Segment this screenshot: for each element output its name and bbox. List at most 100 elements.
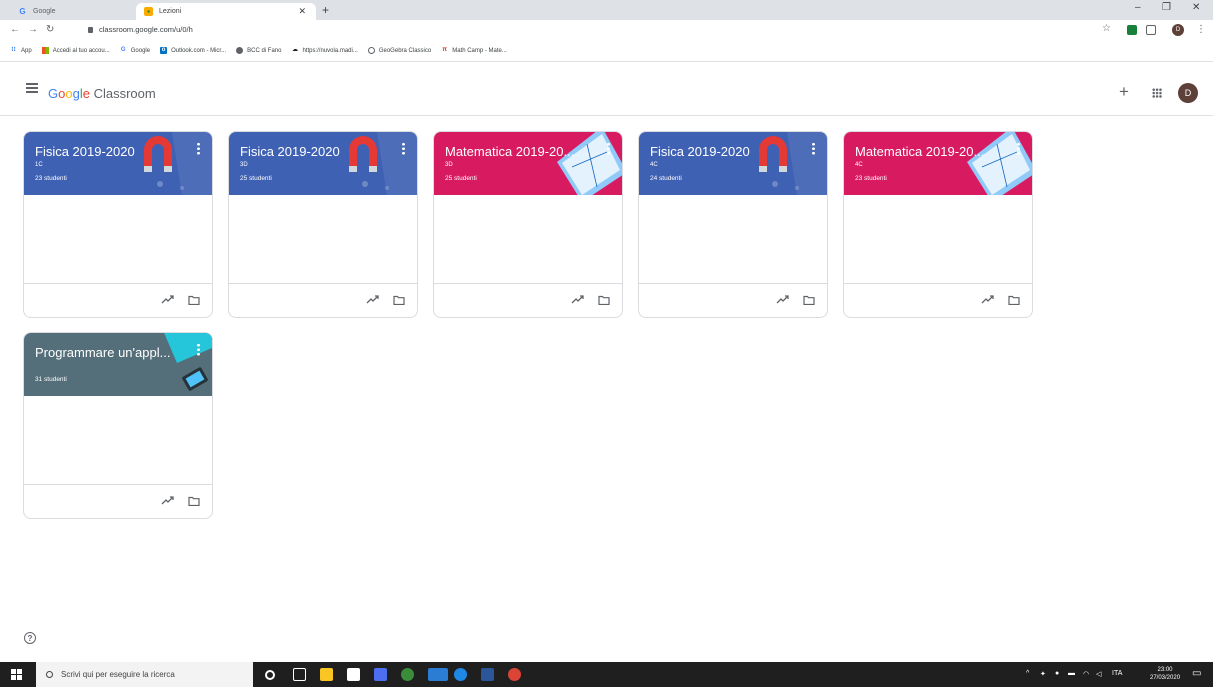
bookmark-item[interactable]: G Google — [120, 47, 150, 54]
cortana-icon[interactable] — [265, 670, 275, 680]
bookmark-item[interactable]: BCC di Fano — [236, 47, 281, 54]
class-card[interactable]: Fisica 2019-2020 1C 23 studenti — [23, 131, 213, 318]
class-title[interactable]: Fisica 2019-2020 — [650, 144, 750, 159]
language-indicator[interactable]: ITA — [1112, 670, 1122, 677]
browser-menu-icon[interactable]: ⋮ — [1196, 24, 1206, 35]
word-icon[interactable] — [481, 668, 494, 681]
url-field[interactable]: classroom.google.com/u/0/h — [88, 25, 193, 34]
class-card-footer — [639, 283, 827, 317]
lock-icon — [88, 27, 93, 33]
bookmark-item[interactable]: GeoGebra Classico — [367, 47, 431, 54]
show-hidden-icons[interactable]: ^ — [1026, 670, 1029, 677]
class-title[interactable]: Programmare un'appl... — [35, 345, 170, 360]
class-card-header[interactable]: Fisica 2019-2020 4C 24 studenti — [639, 132, 827, 195]
bookmark-item[interactable]: Accedi al tuo accou... — [41, 47, 110, 54]
close-window-icon[interactable]: ✕ — [1192, 2, 1200, 13]
mail-icon[interactable] — [428, 668, 448, 681]
create-class-icon[interactable]: + — [1119, 83, 1129, 100]
class-card-footer — [844, 283, 1032, 317]
battery-icon[interactable]: ▬ — [1068, 670, 1075, 677]
classroom-extension-icon[interactable] — [1127, 25, 1137, 35]
app-icon[interactable] — [401, 668, 414, 681]
class-title[interactable]: Fisica 2019-2020 — [240, 144, 340, 159]
windows-start-icon[interactable] — [11, 669, 22, 680]
class-card[interactable]: Programmare un'appl... 31 studenti — [23, 332, 213, 519]
folder-icon[interactable] — [598, 295, 610, 305]
folder-icon[interactable] — [393, 295, 405, 305]
outlook-icon: o — [160, 47, 168, 54]
class-section: 3D — [240, 162, 248, 168]
class-title[interactable]: Matematica 2019-20... — [445, 144, 574, 159]
card-more-options-icon[interactable] — [1017, 142, 1020, 155]
address-bar: ← → ↻ classroom.google.com/u/0/h ☆ D ⋮ — [0, 20, 1213, 40]
class-card-header[interactable]: Matematica 2019-20... 3D 25 studenti — [434, 132, 622, 195]
class-card-header[interactable]: Fisica 2019-2020 1C 23 studenti — [24, 132, 212, 195]
profile-avatar[interactable]: D — [1172, 24, 1184, 36]
google-classroom-logo[interactable]: Google Classroom — [48, 86, 156, 101]
tab-lezioni[interactable]: ▪ Lezioni ✕ — [136, 3, 316, 20]
trending-up-icon[interactable] — [366, 295, 379, 305]
card-more-options-icon[interactable] — [197, 142, 200, 155]
class-card-header[interactable]: Matematica 2019-20... 4C 23 studenti — [844, 132, 1032, 195]
class-section: 1C — [35, 162, 43, 168]
new-tab-button[interactable]: + — [322, 3, 329, 17]
tray-chrome-icon[interactable]: ● — [1055, 670, 1059, 677]
file-explorer-icon[interactable] — [320, 668, 333, 681]
bookmark-item[interactable]: π Math Camp - Mate... — [441, 47, 506, 54]
card-more-options-icon[interactable] — [607, 142, 610, 155]
class-card-header[interactable]: Programmare un'appl... 31 studenti — [24, 333, 212, 396]
trending-up-icon[interactable] — [981, 295, 994, 305]
bookmark-star-icon[interactable]: ☆ — [1102, 23, 1111, 34]
bookmark-item[interactable]: o Outlook.com - Micr... — [160, 47, 226, 54]
pocket-extension-icon[interactable] — [1146, 25, 1156, 35]
class-title[interactable]: Fisica 2019-2020 — [35, 144, 135, 159]
taskbar-clock[interactable]: 23:00 27/03/2020 — [1150, 666, 1180, 682]
app-header: Google Classroom + D — [0, 62, 1213, 116]
student-count: 31 studenti — [35, 376, 67, 383]
student-count: 23 studenti — [35, 175, 67, 182]
main-menu-icon[interactable] — [26, 83, 38, 93]
folder-icon[interactable] — [803, 295, 815, 305]
trending-up-icon[interactable] — [571, 295, 584, 305]
trending-up-icon[interactable] — [161, 496, 174, 506]
globe-icon — [236, 47, 244, 54]
store-icon[interactable] — [347, 668, 360, 681]
edge-icon[interactable] — [454, 668, 467, 681]
folder-icon[interactable] — [188, 295, 200, 305]
bookmark-item[interactable]: ☁ https://nuvola.madi... — [291, 47, 358, 54]
class-card[interactable]: Matematica 2019-20... 3D 25 studenti — [433, 131, 623, 318]
class-card[interactable]: Fisica 2019-2020 3D 25 studenti — [228, 131, 418, 318]
bookmark-item[interactable]: ⁝⁝ App — [10, 47, 31, 54]
account-avatar[interactable]: D — [1178, 83, 1198, 103]
folder-icon[interactable] — [188, 496, 200, 506]
taskbar-search-box[interactable]: Scrivi qui per eseguire la ricerca — [36, 662, 253, 687]
close-tab-icon[interactable]: ✕ — [298, 6, 306, 17]
restore-icon[interactable]: ❐ — [1162, 2, 1171, 13]
card-more-options-icon[interactable] — [402, 142, 405, 155]
task-view-icon[interactable] — [293, 668, 306, 681]
wifi-icon[interactable]: ◠ — [1083, 670, 1089, 678]
chrome-icon[interactable] — [508, 668, 521, 681]
notifications-icon[interactable]: ▭ — [1192, 668, 1201, 679]
help-icon[interactable]: ? — [24, 632, 36, 644]
trending-up-icon[interactable] — [776, 295, 789, 305]
google-favicon: G — [19, 7, 26, 16]
reload-icon[interactable]: ↻ — [46, 24, 54, 35]
back-icon[interactable]: ← — [10, 24, 20, 35]
tray-app-icon[interactable]: ✦ — [1040, 670, 1046, 678]
volume-icon[interactable]: ◁ — [1096, 670, 1101, 678]
card-more-options-icon[interactable] — [812, 142, 815, 155]
class-card[interactable]: Fisica 2019-2020 4C 24 studenti — [638, 131, 828, 318]
class-card[interactable]: Matematica 2019-20... 4C 23 studenti — [843, 131, 1033, 318]
google-apps-icon[interactable] — [1152, 88, 1162, 98]
dropbox-icon[interactable] — [374, 668, 387, 681]
class-title[interactable]: Matematica 2019-20... — [855, 144, 984, 159]
forward-icon[interactable]: → — [28, 24, 38, 35]
tab-label: Google — [33, 8, 56, 15]
trending-up-icon[interactable] — [161, 295, 174, 305]
folder-icon[interactable] — [1008, 295, 1020, 305]
tab-label: Lezioni — [159, 8, 182, 15]
card-more-options-icon[interactable] — [197, 343, 200, 356]
minimize-icon[interactable]: – — [1135, 2, 1141, 13]
class-card-header[interactable]: Fisica 2019-2020 3D 25 studenti — [229, 132, 417, 195]
